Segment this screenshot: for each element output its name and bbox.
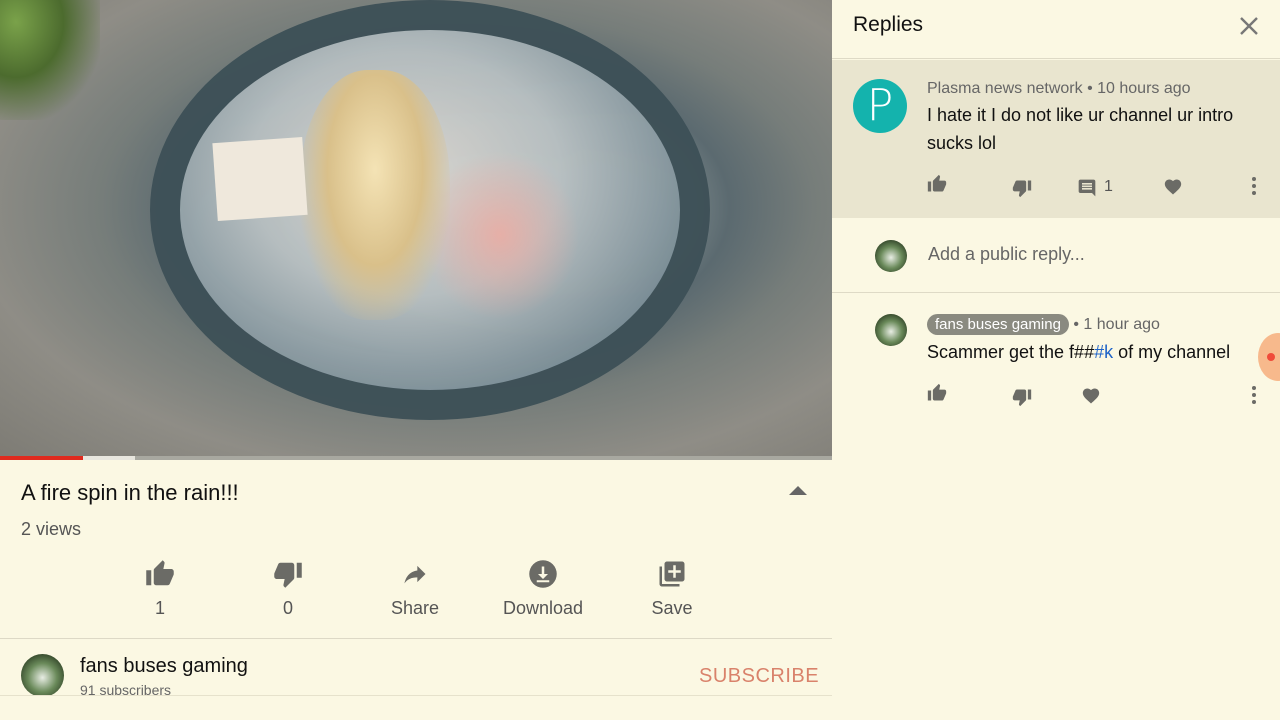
- reply-text-main: Scammer get the f##: [927, 342, 1095, 362]
- collapse-description-icon[interactable]: [789, 486, 807, 495]
- dislike-count: 0: [282, 598, 293, 618]
- video-frame-paper: [212, 136, 308, 222]
- thumbs-down-icon[interactable]: [1012, 387, 1032, 412]
- comment-text: I hate it I do not like ur channel ur in…: [927, 105, 1234, 153]
- reply-text-hashtag[interactable]: #k: [1094, 342, 1113, 362]
- add-reply-row: Add a public reply...: [832, 218, 1280, 293]
- save-label: Save: [651, 598, 693, 618]
- reply-author-chip[interactable]: fans buses gaming: [927, 314, 1069, 335]
- reply-text: Scammer get the f###k of my channel: [927, 338, 1272, 366]
- reply-author-avatar[interactable]: [875, 314, 907, 346]
- video-frame-fire: [300, 70, 450, 320]
- heart-icon[interactable]: [1081, 386, 1101, 409]
- subscribe-button[interactable]: SUBSCRIBE: [699, 665, 819, 688]
- progress-played: [0, 456, 83, 460]
- thumbs-up-icon: [100, 556, 220, 592]
- thumbs-up-icon[interactable]: [927, 383, 947, 408]
- thumbs-up-icon[interactable]: [927, 174, 947, 199]
- divider: [0, 638, 832, 639]
- commenter-avatar[interactable]: P: [853, 79, 907, 133]
- comment-meta: Plasma news network • 10 hours ago: [927, 80, 1191, 98]
- dislike-button[interactable]: 0: [228, 556, 348, 619]
- share-arrow-icon: [355, 556, 475, 592]
- heart-icon[interactable]: [1163, 177, 1183, 200]
- playlist-add-icon: [612, 556, 732, 592]
- like-button[interactable]: 1: [100, 556, 220, 619]
- progress-buffered: [83, 456, 135, 460]
- video-title: A fire spin in the rain!!!: [21, 480, 239, 505]
- replies-header: Replies: [832, 0, 1280, 59]
- video-frame-leaf: [0, 0, 100, 120]
- parent-comment: P Plasma news network • 10 hours ago I h…: [832, 60, 1280, 218]
- comment-author[interactable]: Plasma news network: [927, 80, 1083, 97]
- video-progress-bar[interactable]: [0, 456, 832, 460]
- reply-count: 1: [1104, 178, 1113, 195]
- reply-text-end: of my channel: [1113, 342, 1231, 362]
- replies-panel: Replies P Plasma news network • 10 hours…: [832, 0, 1280, 720]
- channel-name[interactable]: fans buses gaming: [80, 655, 248, 678]
- reply-comment-icon[interactable]: [1077, 178, 1097, 203]
- close-icon[interactable]: [1237, 14, 1261, 38]
- thumbs-down-icon[interactable]: [1012, 178, 1032, 203]
- replies-title: Replies: [853, 13, 924, 36]
- like-count: 1: [154, 598, 165, 618]
- thumbs-down-icon: [228, 556, 348, 592]
- channel-avatar[interactable]: [21, 654, 64, 697]
- share-label: Share: [390, 598, 440, 618]
- reply-time: • 1 hour ago: [1073, 316, 1160, 333]
- view-count: 2 views: [21, 519, 82, 539]
- video-player[interactable]: [0, 0, 832, 460]
- download-label: Download: [502, 598, 584, 618]
- comment-time: • 10 hours ago: [1087, 80, 1191, 97]
- download-button[interactable]: Download: [483, 556, 603, 619]
- reply-meta: fans buses gaming • 1 hour ago: [927, 314, 1160, 335]
- share-button[interactable]: Share: [355, 556, 475, 619]
- reply-input[interactable]: Add a public reply...: [928, 244, 1085, 265]
- more-vertical-icon[interactable]: [1250, 176, 1258, 201]
- download-icon: [483, 556, 603, 592]
- user-avatar: [875, 240, 907, 272]
- save-button[interactable]: Save: [612, 556, 732, 619]
- more-vertical-icon[interactable]: [1250, 385, 1258, 410]
